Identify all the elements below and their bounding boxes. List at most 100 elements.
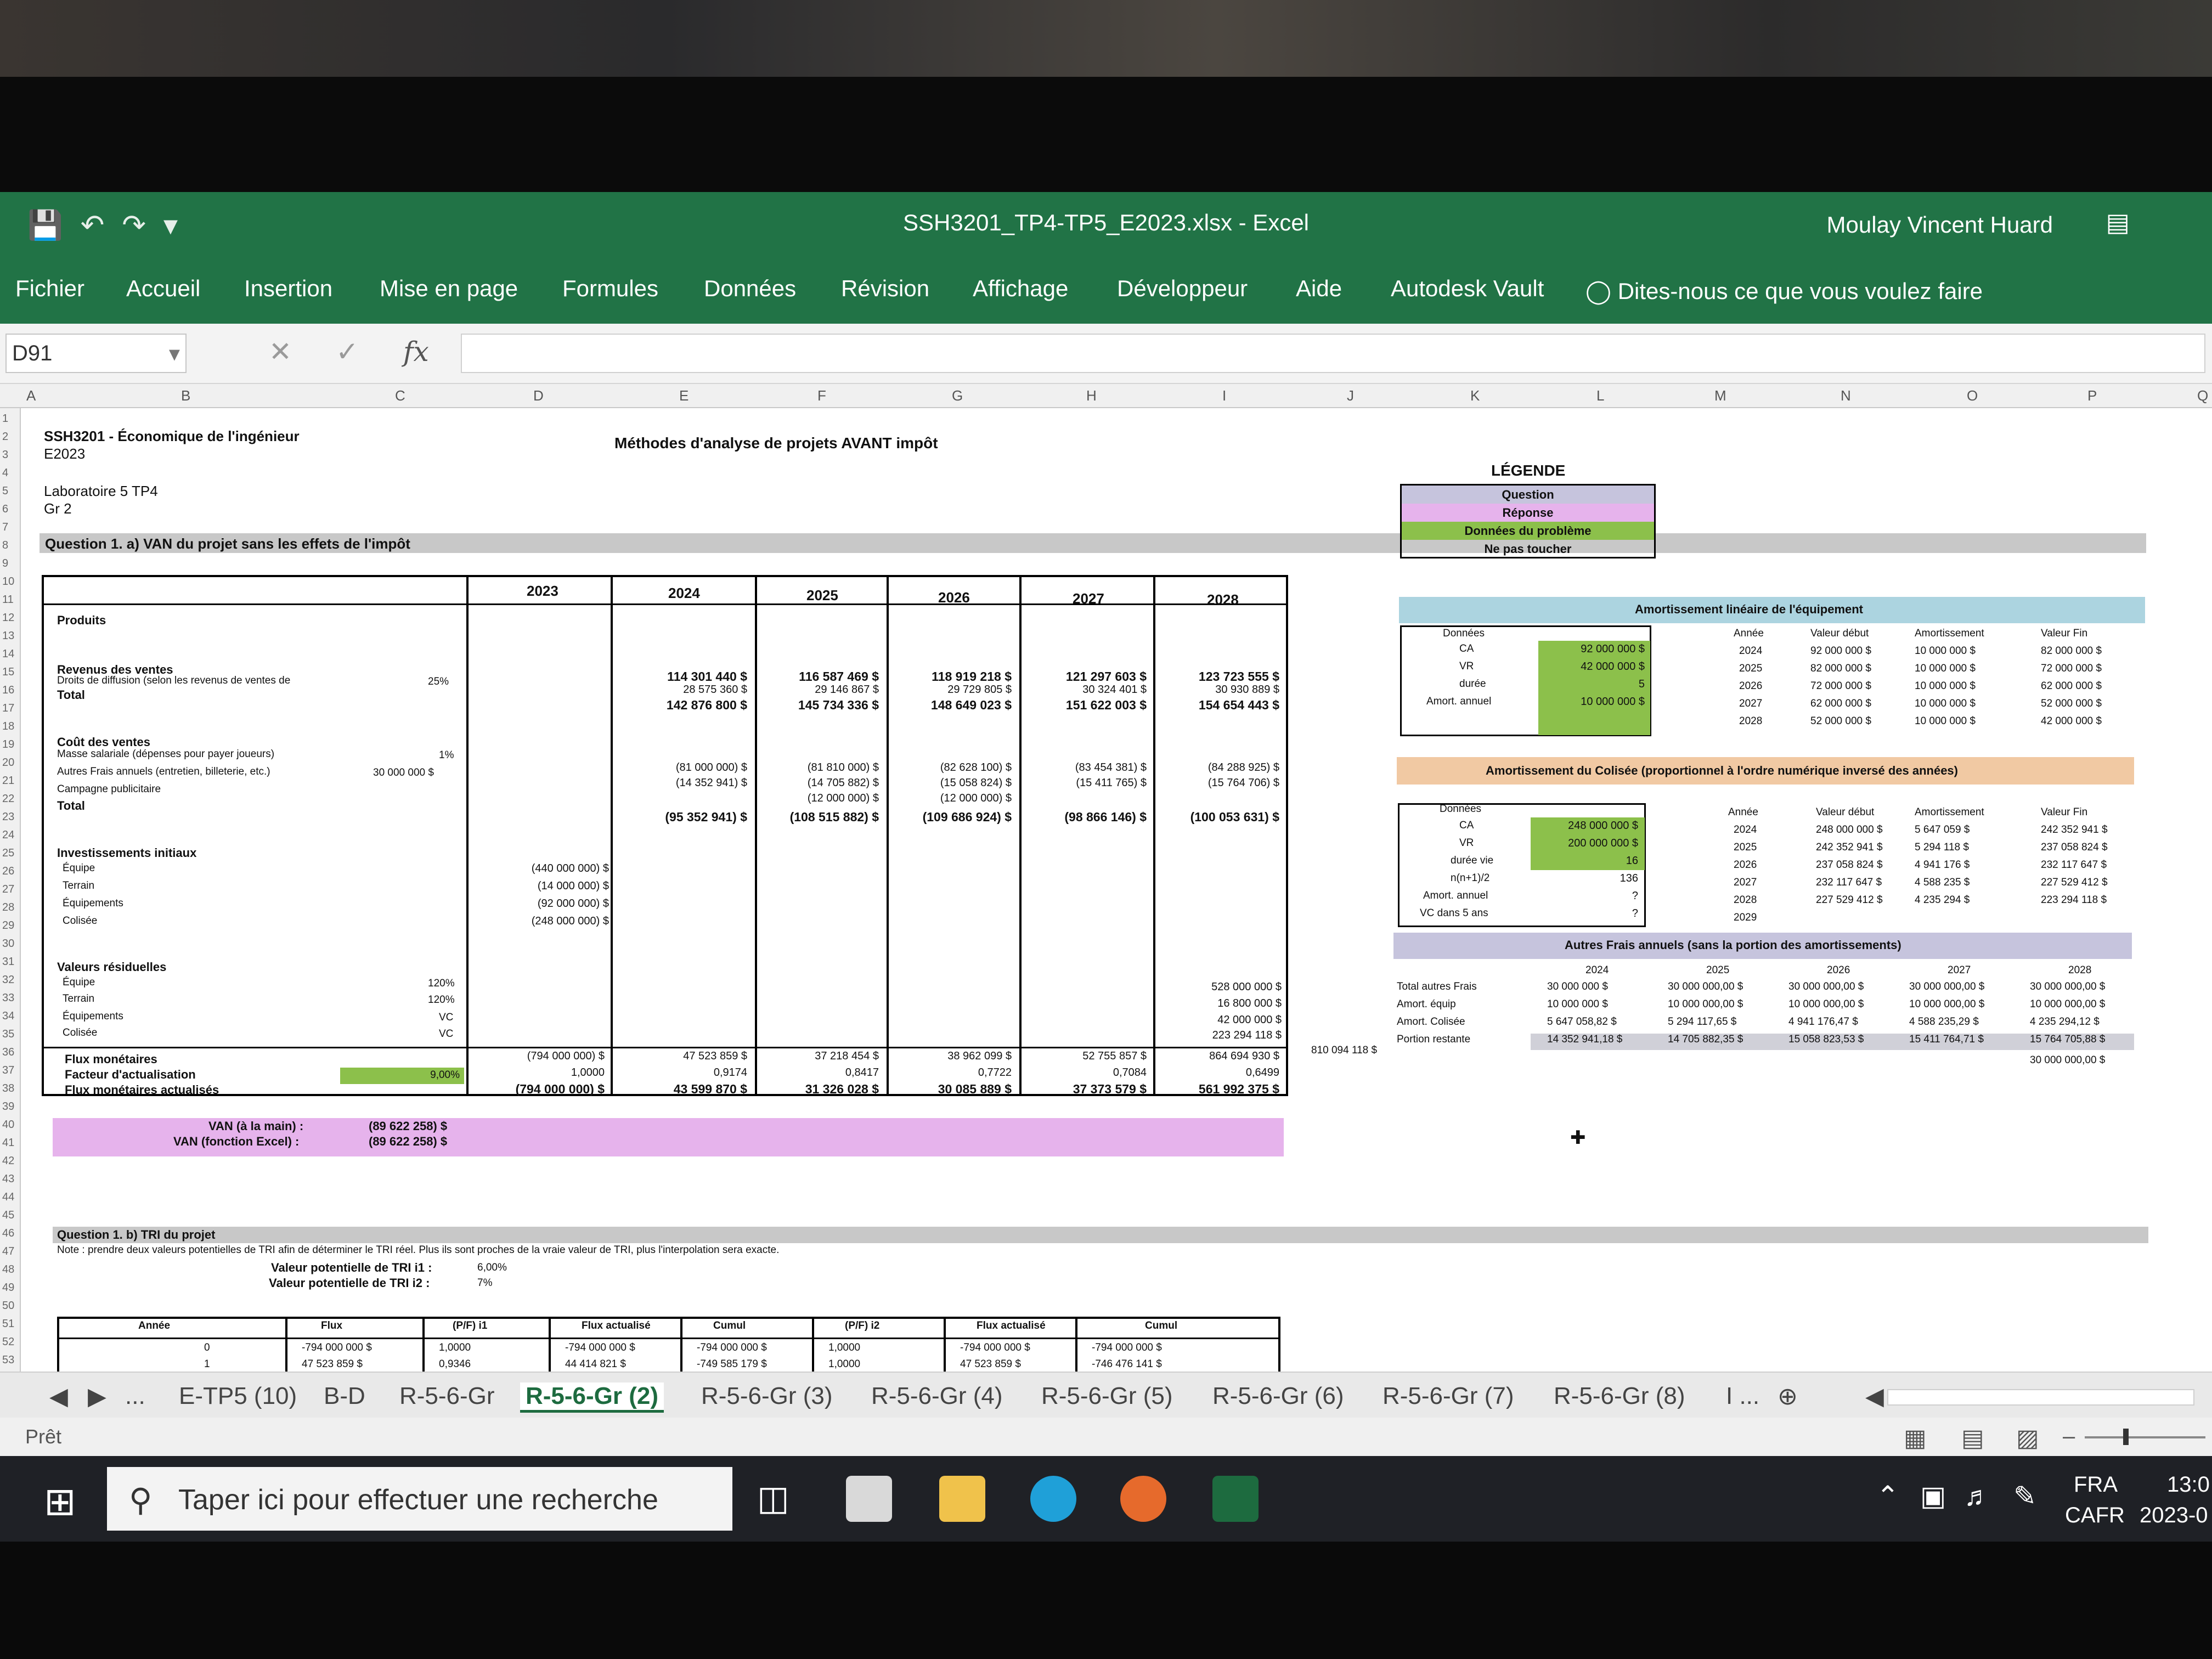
- amort-col-value[interactable]: 136: [1534, 872, 1638, 885]
- language-line1[interactable]: FRA: [2074, 1472, 2118, 1497]
- row-number[interactable]: 19: [2, 738, 14, 751]
- prev-sheet-icon[interactable]: ◀: [49, 1383, 68, 1410]
- row-number[interactable]: 47: [2, 1245, 14, 1258]
- tell-me-search[interactable]: ◯ Dites-nous ce que vous voulez faire: [1585, 278, 1983, 304]
- zoom-out-icon[interactable]: –: [2063, 1424, 2075, 1449]
- row-number[interactable]: 15: [2, 666, 14, 679]
- clock-date[interactable]: 2023-0: [2140, 1503, 2208, 1528]
- normal-view-icon[interactable]: ▦: [1904, 1424, 1927, 1452]
- page-break-icon[interactable]: ▨: [2016, 1424, 2039, 1452]
- van-main-value[interactable]: (89 622 258) $: [369, 1119, 447, 1133]
- row-number[interactable]: 38: [2, 1082, 14, 1095]
- row-number[interactable]: 50: [2, 1300, 14, 1312]
- row-number[interactable]: 11: [2, 594, 14, 606]
- confirm-icon[interactable]: ✓: [336, 336, 359, 368]
- network-icon[interactable]: ▣: [1920, 1480, 1946, 1512]
- zoom-slider-thumb[interactable]: [2123, 1429, 2129, 1445]
- row-number[interactable]: 26: [2, 865, 14, 878]
- row-number[interactable]: 31: [2, 956, 14, 968]
- tab-affichage[interactable]: Affichage: [973, 275, 1068, 302]
- row-number[interactable]: 44: [2, 1191, 14, 1204]
- clock-time[interactable]: 13:0: [2167, 1472, 2210, 1497]
- row-number[interactable]: 7: [2, 521, 8, 534]
- row-number[interactable]: 32: [2, 974, 14, 986]
- row-number[interactable]: 46: [2, 1227, 14, 1240]
- add-sheet-icon[interactable]: ⊕: [1778, 1383, 1798, 1410]
- worksheet-grid[interactable]: A B C D E F G H I J K L M N O P Q 123456…: [0, 384, 2212, 1415]
- row-number[interactable]: 6: [2, 503, 8, 516]
- col-header[interactable]: Q: [2197, 387, 2208, 404]
- col-header[interactable]: G: [952, 387, 963, 404]
- col-header[interactable]: A: [26, 387, 36, 404]
- row-number[interactable]: 28: [2, 901, 14, 914]
- row-number[interactable]: 30: [2, 938, 14, 950]
- row-number[interactable]: 14: [2, 648, 14, 661]
- amort-lin-value[interactable]: 92 000 000 $: [1541, 643, 1645, 656]
- row-number[interactable]: 18: [2, 720, 14, 733]
- amort-lin-value[interactable]: 42 000 000 $: [1541, 661, 1645, 673]
- row-number[interactable]: 36: [2, 1046, 14, 1059]
- discount-rate-cell[interactable]: 9,00%: [340, 1068, 464, 1084]
- windows-start-icon[interactable]: ⊞: [44, 1479, 76, 1524]
- row-number[interactable]: 37: [2, 1064, 14, 1077]
- row-number[interactable]: 17: [2, 702, 14, 715]
- sheet-tab[interactable]: R-5-6-Gr (7): [1383, 1383, 1514, 1410]
- row-number[interactable]: 25: [2, 847, 14, 860]
- tab-donnees[interactable]: Données: [704, 275, 796, 302]
- row-number[interactable]: 33: [2, 992, 14, 1005]
- scroll-left-icon[interactable]: ◀: [1865, 1383, 1884, 1410]
- row-number[interactable]: 41: [2, 1137, 14, 1149]
- edge-icon[interactable]: [1030, 1476, 1076, 1522]
- sheet-tab[interactable]: R-5-6-Gr (6): [1212, 1383, 1344, 1410]
- pen-icon[interactable]: ✎: [2013, 1480, 2036, 1512]
- col-header[interactable]: J: [1347, 387, 1354, 404]
- row-number[interactable]: 1: [2, 413, 8, 425]
- row-number[interactable]: 5: [2, 485, 8, 498]
- col-header[interactable]: I: [1222, 387, 1226, 404]
- col-header[interactable]: H: [1086, 387, 1097, 404]
- sheet-tab[interactable]: R-5-6-Gr (5): [1041, 1383, 1173, 1410]
- sheet-tab[interactable]: E-TP5 (10): [179, 1383, 297, 1410]
- tab-autodesk-vault[interactable]: Autodesk Vault: [1391, 275, 1544, 302]
- row-number[interactable]: 23: [2, 811, 14, 823]
- col-header[interactable]: P: [2087, 387, 2097, 404]
- col-header[interactable]: M: [1714, 387, 1726, 404]
- language-line2[interactable]: CAFR: [2065, 1503, 2125, 1528]
- row-number[interactable]: 10: [2, 575, 14, 588]
- tray-up-icon[interactable]: ⌃: [1876, 1480, 1899, 1512]
- taskbar-search[interactable]: ⚲ Taper ici pour effectuer une recherche: [107, 1467, 732, 1531]
- sheet-tab[interactable]: ...: [125, 1383, 145, 1410]
- amort-col-value[interactable]: ?: [1534, 890, 1638, 902]
- excel-icon[interactable]: [1212, 1476, 1259, 1522]
- col-header[interactable]: D: [533, 387, 544, 404]
- formula-input[interactable]: [461, 334, 2205, 373]
- amort-col-value[interactable]: 16: [1534, 855, 1638, 867]
- tab-fichier[interactable]: Fichier: [15, 275, 84, 302]
- col-header[interactable]: F: [817, 387, 826, 404]
- sheet-tab[interactable]: R-5-6-Gr (4): [871, 1383, 1003, 1410]
- row-number[interactable]: 12: [2, 612, 14, 624]
- row-number[interactable]: 34: [2, 1010, 14, 1023]
- zoom-slider[interactable]: [2085, 1436, 2205, 1438]
- row-number[interactable]: 48: [2, 1263, 14, 1276]
- tab-mise-en-page[interactable]: Mise en page: [380, 275, 518, 302]
- tri-i1-value[interactable]: 6,00%: [477, 1262, 507, 1274]
- sheet-tab[interactable]: B-D: [324, 1383, 365, 1410]
- sheet-tab[interactable]: I ...: [1726, 1383, 1759, 1410]
- sheet-tab[interactable]: R-5-6-Gr: [399, 1383, 495, 1410]
- col-header[interactable]: L: [1596, 387, 1604, 404]
- row-number[interactable]: 40: [2, 1119, 14, 1131]
- row-number[interactable]: 27: [2, 883, 14, 896]
- row-number[interactable]: 9: [2, 557, 8, 570]
- user-name[interactable]: Moulay Vincent Huard: [1827, 212, 2053, 238]
- col-header[interactable]: C: [395, 387, 405, 404]
- store-icon[interactable]: [846, 1476, 892, 1522]
- sheet-tab-active[interactable]: R-5-6-Gr (2): [520, 1383, 664, 1413]
- row-number[interactable]: 2: [2, 431, 8, 443]
- horizontal-scrollbar[interactable]: [1887, 1389, 2194, 1406]
- row-number[interactable]: 3: [2, 449, 8, 461]
- row-number[interactable]: 45: [2, 1209, 14, 1222]
- firefox-icon[interactable]: [1120, 1476, 1166, 1522]
- amort-lin-value[interactable]: 10 000 000 $: [1541, 696, 1645, 708]
- row-number[interactable]: 29: [2, 919, 14, 932]
